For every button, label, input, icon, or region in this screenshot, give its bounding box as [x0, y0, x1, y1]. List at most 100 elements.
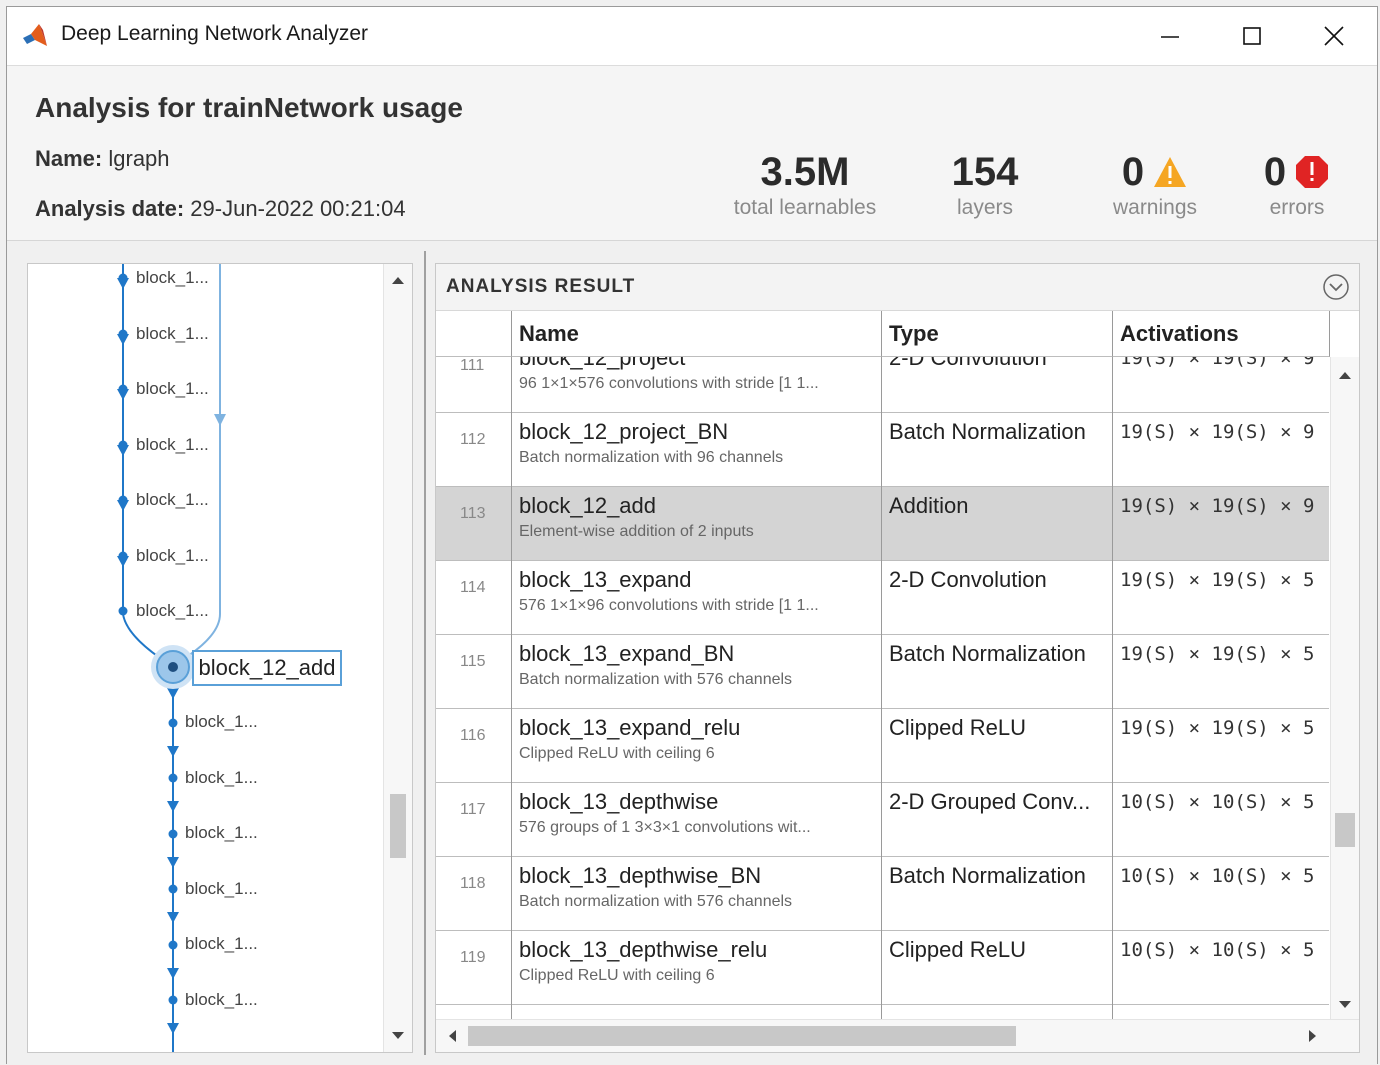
layer-activations: 19(S) × 19(S) × 5 — [1120, 643, 1315, 665]
scroll-right-icon[interactable] — [1301, 1021, 1325, 1051]
results-vertical-scrollbar[interactable] — [1330, 357, 1359, 1020]
node-label[interactable]: block_1... — [185, 990, 258, 1010]
graph-node[interactable] — [118, 273, 128, 283]
table-row[interactable]: 116 block_13_expand_relu Clipped ReLU with… — [436, 709, 1329, 783]
table-row[interactable]: 118 block_13_depthwise_BN Batch normalizat… — [436, 857, 1329, 931]
results-vscroll-thumb[interactable] — [1335, 813, 1355, 847]
row-name-cell: block_12_project 96 1×1×576 convolutions … — [512, 357, 882, 413]
chevron-down-icon[interactable] — [1321, 272, 1351, 302]
node-label[interactable]: block_1... — [136, 601, 209, 621]
column-index-header[interactable] — [436, 311, 512, 357]
selected-node-label[interactable]: block_12_add — [192, 650, 342, 686]
date-label: Analysis date: — [35, 196, 185, 221]
node-label[interactable]: block_1... — [136, 268, 209, 288]
network-name: Name: lgraph — [35, 146, 170, 172]
graph-node[interactable] — [168, 773, 178, 783]
table-row[interactable]: 117 block_13_depthwise 576 groups of 1 3×3… — [436, 783, 1329, 857]
row-index-cell: 117 — [436, 783, 512, 857]
stat-learnables: 3.5M total learnables — [725, 150, 885, 220]
analyzer-window: Deep Learning Network Analyzer Analysis … — [6, 6, 1378, 1065]
node-label[interactable]: block_1... — [185, 768, 258, 788]
node-label[interactable]: block_1... — [136, 379, 209, 399]
minimize-button[interactable] — [1127, 7, 1213, 65]
graph-node[interactable] — [168, 829, 178, 839]
graph-node[interactable] — [118, 440, 128, 450]
graph-node[interactable] — [168, 718, 178, 728]
results-hscroll-thumb[interactable] — [468, 1026, 1016, 1046]
layer-type: Clipped ReLU — [889, 715, 1026, 740]
warnings-label: warnings — [1112, 196, 1198, 219]
row-activations-cell: 19(S) × 19(S) × 5 — [1113, 635, 1329, 709]
node-label[interactable]: block_1... — [136, 324, 209, 344]
scroll-down-icon[interactable] — [1331, 994, 1359, 1014]
node-label[interactable]: block_1... — [136, 490, 209, 510]
table-row[interactable] — [436, 1005, 1329, 1020]
row-name-cell: block_13_depthwise 576 groups of 1 3×3×1 … — [512, 783, 882, 857]
layer-activations: 10(S) × 10(S) × 5 — [1120, 791, 1315, 813]
node-label[interactable]: block_1... — [185, 934, 258, 954]
scroll-left-icon[interactable] — [440, 1021, 464, 1051]
panel-divider[interactable] — [424, 251, 426, 1055]
result-header: ANALYSIS RESULT — [436, 264, 1359, 311]
row-index-cell: 116 — [436, 709, 512, 783]
row-index-cell: 113 — [436, 487, 512, 561]
graph-node[interactable] — [168, 884, 178, 894]
layer-name: block_13_depthwise — [519, 789, 719, 814]
row-number: 114 — [460, 579, 486, 596]
row-number: 113 — [460, 505, 486, 522]
row-name-cell: block_13_expand_BN Batch normalization wi… — [512, 635, 882, 709]
close-button[interactable] — [1291, 7, 1377, 65]
row-name-cell: block_13_depthwise_BN Batch normalization… — [512, 857, 882, 931]
stat-errors[interactable]: 0 errors — [1247, 150, 1347, 220]
graph-node[interactable] — [118, 606, 128, 616]
graph-node[interactable] — [168, 940, 178, 950]
matlab-logo-icon — [23, 24, 47, 46]
table-row[interactable]: 115 block_13_expand_BN Batch normalization… — [436, 635, 1329, 709]
row-index-cell: 114 — [436, 561, 512, 635]
warning-icon — [1154, 157, 1187, 187]
table-row[interactable]: 112 block_12_project_BN Batch normalizatio… — [436, 413, 1329, 487]
graph-node[interactable] — [168, 995, 178, 1005]
layer-type: Clipped ReLU — [889, 937, 1026, 962]
network-graph-panel[interactable]: block_1... block_1... block_1... block_1… — [27, 263, 413, 1053]
node-label[interactable]: block_1... — [185, 823, 258, 843]
graph-scrollbar[interactable] — [383, 264, 412, 1052]
row-number: 117 — [460, 801, 486, 818]
row-index-cell: 112 — [436, 413, 512, 487]
table-row[interactable]: 113 block_12_add Element-wise addition of … — [436, 487, 1329, 561]
graph-node[interactable] — [118, 384, 128, 394]
maximize-button[interactable] — [1209, 7, 1295, 65]
node-label[interactable]: block_1... — [136, 546, 209, 566]
row-activations-cell: 10(S) × 10(S) × 5 — [1113, 783, 1329, 857]
layer-type: Addition — [889, 493, 969, 518]
graph-scroll-thumb[interactable] — [390, 794, 406, 858]
column-activations-header[interactable]: Activations — [1113, 311, 1330, 357]
layer-description: Batch normalization with 576 channels — [519, 671, 793, 688]
layers-value: 154 — [951, 150, 1019, 194]
stat-warnings[interactable]: 0 warnings — [1097, 150, 1213, 220]
row-activations-cell: 10(S) × 10(S) × 5 — [1113, 931, 1329, 1005]
graph-node[interactable] — [118, 551, 128, 561]
table-row[interactable]: 111 block_12_project 96 1×1×576 convolutio… — [436, 357, 1329, 413]
scroll-up-icon[interactable] — [384, 268, 412, 292]
scroll-up-icon[interactable] — [1331, 365, 1359, 385]
selected-graph-node[interactable] — [168, 662, 178, 672]
node-label[interactable]: block_1... — [185, 712, 258, 732]
scroll-down-icon[interactable] — [384, 1024, 412, 1048]
window-title: Deep Learning Network Analyzer — [61, 22, 369, 45]
layer-activations: 19(S) × 19(S) × 9 — [1120, 495, 1315, 517]
column-name-header[interactable]: Name — [512, 311, 882, 357]
graph-node[interactable] — [118, 495, 128, 505]
node-label[interactable]: block_1... — [185, 879, 258, 899]
graph-node[interactable] — [118, 329, 128, 339]
row-index-cell: 119 — [436, 931, 512, 1005]
node-label[interactable]: block_1... — [136, 435, 209, 455]
column-type-header[interactable]: Type — [882, 311, 1113, 357]
results-horizontal-scrollbar[interactable] — [436, 1019, 1359, 1052]
layer-type: 2-D Convolution — [889, 357, 1047, 370]
table-row[interactable]: 119 block_13_depthwise_relu Clipped ReLU w… — [436, 931, 1329, 1005]
close-icon — [1324, 26, 1344, 46]
table-row[interactable]: 114 block_13_expand 576 1×1×96 convolution… — [436, 561, 1329, 635]
layer-name: block_12_project — [519, 357, 686, 370]
row-type-cell: Clipped ReLU — [882, 709, 1113, 783]
